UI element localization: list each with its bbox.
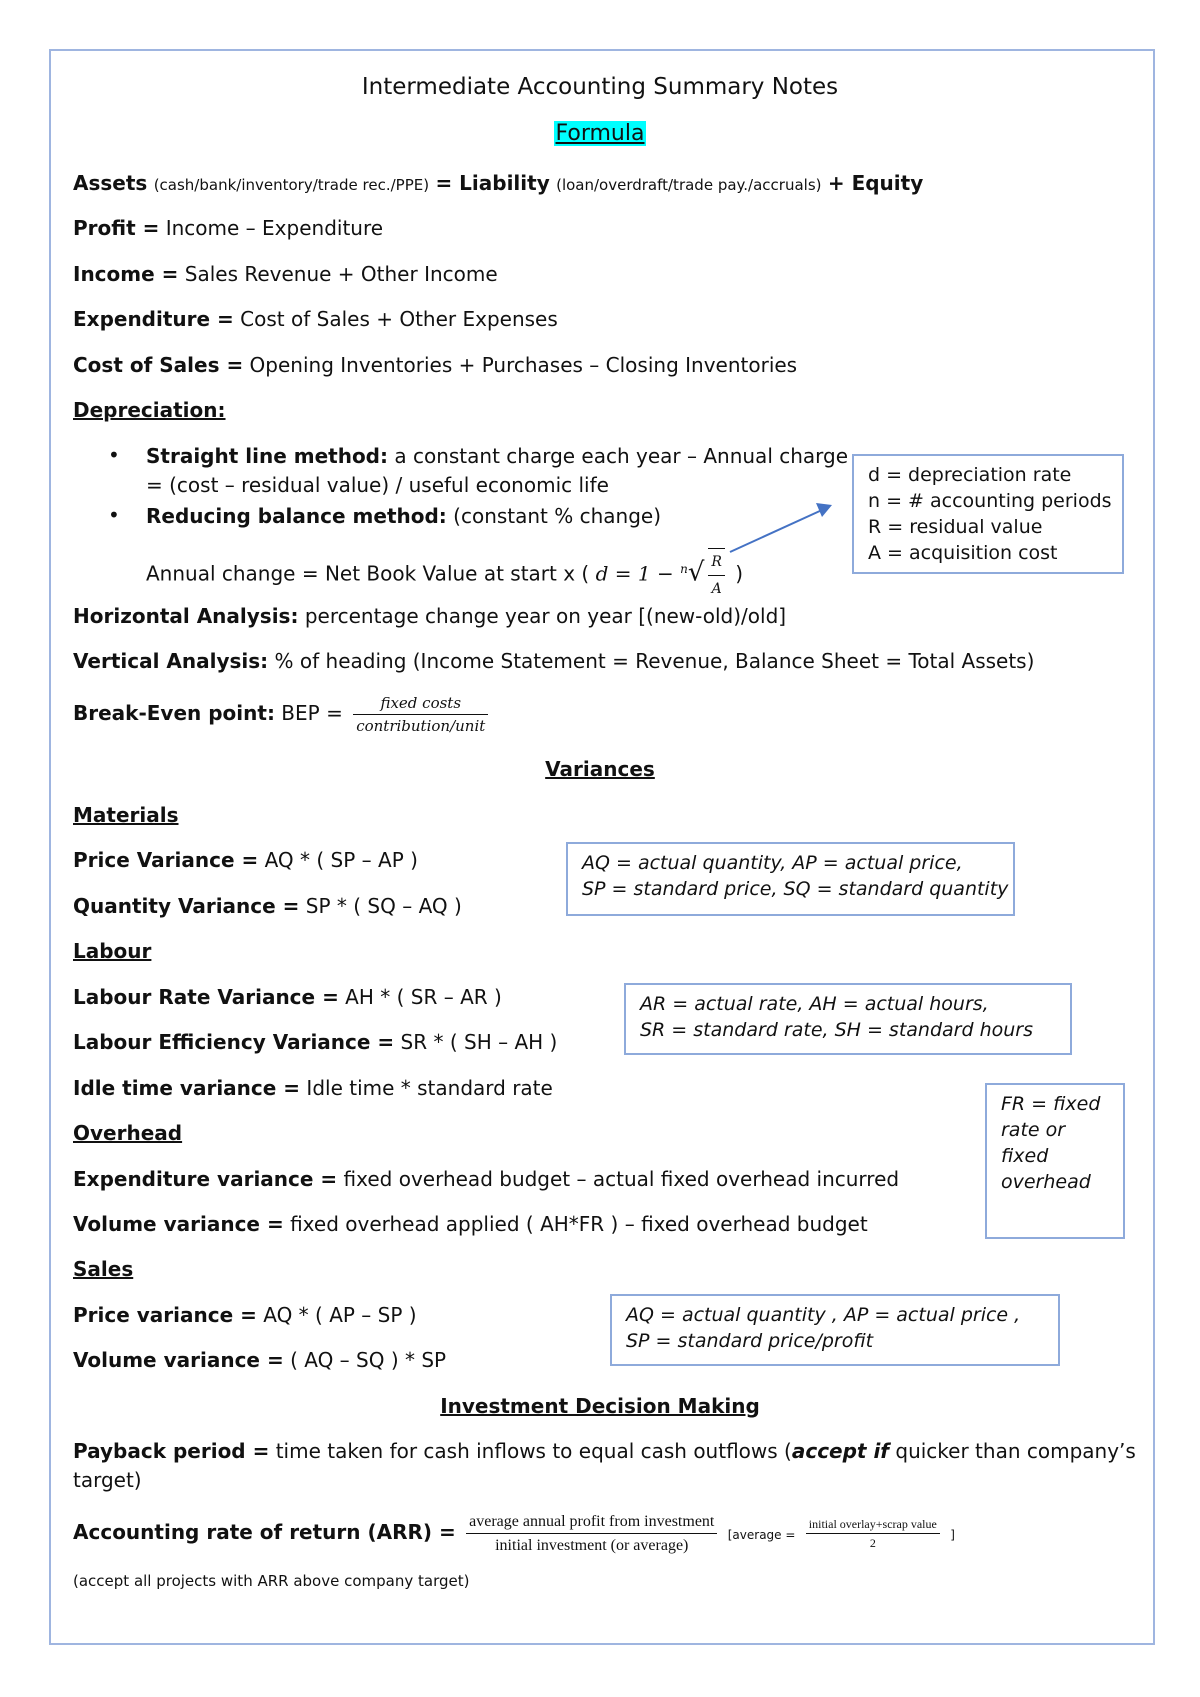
idle-time-variance: Idle time variance = Idle time * standar…: [73, 1076, 553, 1100]
labour-rate-variance: Labour Rate Variance = AH * ( SR – AR ): [73, 985, 502, 1009]
overhead-expenditure-variance: Expenditure variance = fixed overhead bu…: [73, 1167, 900, 1191]
payback-period-cont: target): [73, 1468, 142, 1492]
vertical-analysis-text: % of heading (Income Statement = Revenue…: [268, 649, 1035, 673]
arr-fraction: average annual profit from investment ini…: [466, 1510, 718, 1557]
arr-formula: Accounting rate of return (ARR) = averag…: [73, 1505, 955, 1562]
average-close: ]: [950, 1528, 955, 1542]
sales-heading: Sales: [73, 1257, 134, 1281]
arr-note: (accept all projects with ARR above comp…: [73, 1572, 470, 1590]
arr-label: Accounting rate of return (ARR) =: [73, 1520, 456, 1544]
vertical-analysis: Vertical Analysis: % of heading (Income …: [73, 648, 1034, 674]
materials-quantity-variance: Quantity Variance = SP * ( SQ – AQ ): [73, 894, 462, 918]
horizontal-analysis: Horizontal Analysis: percentage change y…: [73, 603, 786, 629]
average-fraction: initial overlay+scrap value 2: [805, 1515, 940, 1552]
bep-label: Break-Even point:: [73, 701, 275, 725]
overhead-heading: Overhead: [73, 1121, 183, 1145]
break-even-point: Break-Even point: BEP = fixed costs contr…: [73, 688, 492, 738]
materials-price-variance: Price Variance = AQ * ( SP – AP ): [73, 848, 418, 872]
variances-heading: Variances: [545, 757, 655, 781]
sales-price-variance: Price variance = AQ * ( AP – SP ): [73, 1303, 417, 1327]
overhead-legend-box: FR = fixed rate or fixed overhead: [985, 1083, 1125, 1239]
vertical-analysis-label: Vertical Analysis:: [73, 649, 269, 673]
average-open: [average =: [727, 1528, 796, 1542]
depreciation-legend-box: d = depreciation rate n = # accounting p…: [852, 454, 1124, 574]
materials-heading: Materials: [73, 803, 179, 827]
labour-efficiency-variance: Labour Efficiency Variance = SR * ( SH –…: [73, 1030, 558, 1054]
labour-heading: Labour: [73, 939, 152, 963]
payback-period: Payback period = time taken for cash inf…: [73, 1439, 1136, 1463]
sales-legend-box: AQ = actual quantity , AP = actual price…: [610, 1294, 1060, 1366]
materials-legend-box: AQ = actual quantity, AP = actual price,…: [566, 842, 1015, 916]
legend-item: d = depreciation rate: [868, 464, 1072, 486]
investment-heading: Investment Decision Making: [440, 1394, 760, 1418]
labour-legend-box: AR = actual rate, AH = actual hours, SR …: [624, 983, 1072, 1055]
arrow-icon: [729, 503, 832, 553]
legend-item: R = residual value: [868, 516, 1043, 538]
horizontal-analysis-text: percentage change year on year [(new-old…: [298, 604, 787, 628]
legend-item: n = # accounting periods: [868, 490, 1112, 512]
bep-fraction: fixed costs contribution/unit: [353, 692, 489, 737]
overhead-volume-variance: Volume variance = fixed overhead applied…: [73, 1212, 868, 1236]
horizontal-analysis-label: Horizontal Analysis:: [73, 604, 299, 628]
bep-text: BEP =: [274, 701, 343, 725]
sales-volume-variance: Volume variance = ( AQ – SQ ) * SP: [73, 1348, 447, 1372]
legend-item: A = acquisition cost: [868, 542, 1058, 564]
